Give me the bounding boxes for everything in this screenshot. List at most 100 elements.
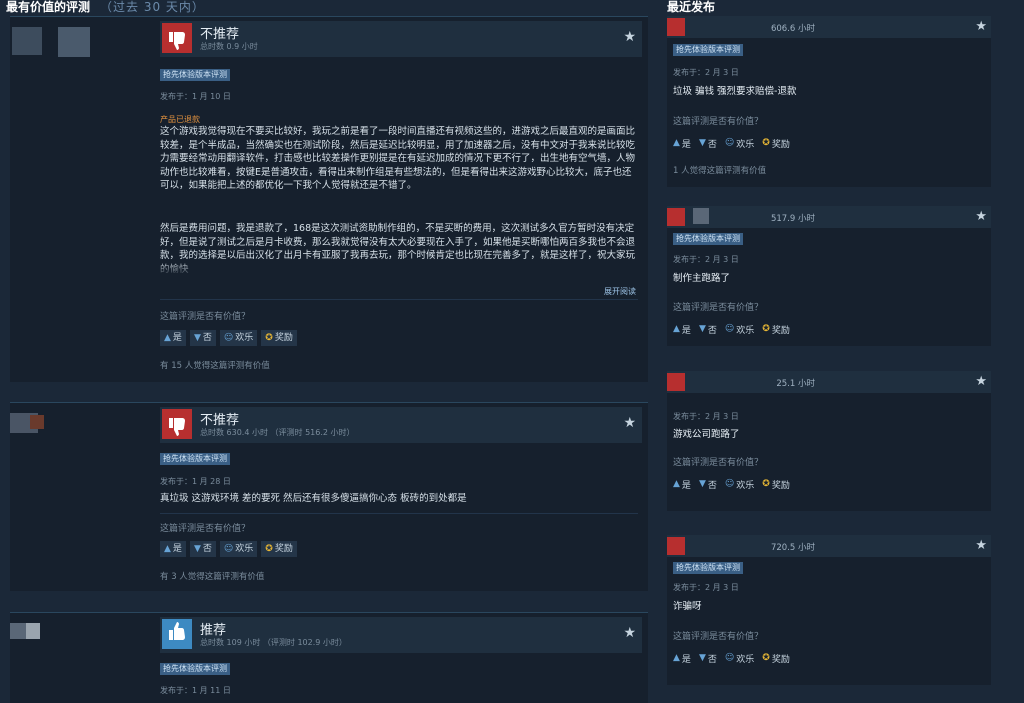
award-button[interactable]: ✪ 奖励 xyxy=(762,136,790,150)
early-access-badge: 抢先体验版本评测 xyxy=(673,44,743,56)
star-icon[interactable]: ★ xyxy=(623,625,636,641)
no-label: 否 xyxy=(202,333,212,343)
funny-label: 欢乐 xyxy=(235,333,254,343)
review-vote-header[interactable]: 不推荐 总时数 0.9 小时 ★ xyxy=(160,21,642,57)
review-card: 推荐 总时数 109 小时 （评测时 102.9 小时） ★ 抢先体验版本评测 … xyxy=(10,612,648,703)
recent-review-card: 25.1 小时 ★ 发布于：2 月 3 日 游戏公司跑路了 这篇评测是否有价值？… xyxy=(667,371,991,511)
vote-yes-button[interactable]: ▲ 是 xyxy=(160,541,186,557)
yes-label: 是 xyxy=(681,654,691,665)
vote-buttons: ▲ 是 ▼ 否 ☺ 欢乐 ✪ 奖励 xyxy=(673,651,790,665)
avatar[interactable] xyxy=(10,403,150,463)
vote-funny-button[interactable]: ☺ 欢乐 xyxy=(725,322,754,336)
thumbs-down-icon: ▼ xyxy=(698,324,706,334)
star-icon[interactable]: ★ xyxy=(975,538,987,553)
award-label: 奖励 xyxy=(274,544,293,554)
early-access-badge: 抢先体验版本评测 xyxy=(673,233,743,245)
award-button[interactable]: ✪ 奖励 xyxy=(261,541,297,557)
review-card: 不推荐 总时数 630.4 小时 （评测时 516.2 小时） ★ 抢先体验版本… xyxy=(10,402,648,591)
thumbs-down-icon xyxy=(667,18,685,36)
award-label: 奖励 xyxy=(274,333,293,343)
no-label: 否 xyxy=(707,325,717,336)
vote-buttons: ▲ 是 ▼ 否 ☺ 欢乐 ✪ 奖励 xyxy=(160,541,297,557)
vote-no-button[interactable]: ▼ 否 xyxy=(699,651,717,665)
recent-review-header[interactable]: 517.9 小时 ★ xyxy=(667,206,991,228)
thumbs-up-icon: ▲ xyxy=(673,653,680,663)
vote-yes-button[interactable]: ▲ 是 xyxy=(673,477,691,491)
vote-no-button[interactable]: ▼ 否 xyxy=(189,541,216,557)
helpful-question: 这篇评测是否有价值？ xyxy=(673,458,764,468)
avatar-image xyxy=(26,623,40,639)
yes-label: 是 xyxy=(681,139,691,150)
posted-date: 发布于：1 月 28 日 xyxy=(160,477,231,486)
vote-funny-button[interactable]: ☺ 欢乐 xyxy=(725,477,754,491)
thumbs-down-icon: ▼ xyxy=(698,653,706,663)
review-vote-header[interactable]: 不推荐 总时数 630.4 小时 （评测时 516.2 小时） ★ xyxy=(160,407,642,443)
vote-yes-button[interactable]: ▲ 是 xyxy=(673,651,691,665)
thumbs-up-icon: ▲ xyxy=(673,479,680,489)
funny-label: 欢乐 xyxy=(736,139,755,150)
expand-link[interactable]: 展开阅读 xyxy=(604,286,636,297)
helpful-count: 有 15 人觉得这篇评测有价值 xyxy=(160,361,270,371)
playtime: 606.6 小时 xyxy=(770,24,815,34)
award-button[interactable]: ✪ 奖励 xyxy=(762,477,790,491)
recent-review-header[interactable]: 606.6 小时 ★ xyxy=(667,16,991,38)
vote-no-button[interactable]: ▼ 否 xyxy=(189,330,216,346)
thumbs-down-icon xyxy=(667,537,685,555)
star-icon[interactable]: ★ xyxy=(623,415,636,431)
review-text: 这个游戏我觉得现在不要买比较好，我玩之前是看了一段时间直播还有视频这些的，进游戏… xyxy=(160,126,636,191)
vote-yes-button[interactable]: ▲ 是 xyxy=(160,330,186,346)
vote-funny-button[interactable]: ☺ 欢乐 xyxy=(219,330,258,346)
thumbs-down-icon xyxy=(162,23,192,53)
recent-review-header[interactable]: 720.5 小时 ★ xyxy=(667,535,991,557)
divider xyxy=(160,513,638,514)
thumbs-down-icon xyxy=(667,208,685,226)
thumbs-up-icon xyxy=(162,619,192,649)
divider xyxy=(160,299,638,300)
vote-yes-button[interactable]: ▲ 是 xyxy=(673,322,691,336)
recent-review-card: 517.9 小时 ★ 抢先体验版本评测 发布于：2 月 3 日 制作主跑路了 这… xyxy=(667,206,991,346)
recent-review-card: 606.6 小时 ★ 抢先体验版本评测 发布于：2 月 3 日 垃圾 骗钱 强烈… xyxy=(667,16,991,187)
avatar[interactable] xyxy=(10,613,150,673)
star-icon[interactable]: ★ xyxy=(975,374,987,389)
award-button[interactable]: ✪ 奖励 xyxy=(762,651,790,665)
review-verdict: 推荐 xyxy=(200,623,227,638)
award-label: 奖励 xyxy=(771,139,790,150)
posted-date: 发布于：2 月 3 日 xyxy=(673,68,739,77)
smile-icon: ☺ xyxy=(724,479,735,489)
thumbs-down-icon: ▼ xyxy=(698,479,706,489)
recent-review-card: 720.5 小时 ★ 抢先体验版本评测 发布于：2 月 3 日 诈骗呀 这篇评测… xyxy=(667,535,991,685)
vote-no-button[interactable]: ▼ 否 xyxy=(699,136,717,150)
vote-no-button[interactable]: ▼ 否 xyxy=(699,477,717,491)
helpful-question: 这篇评测是否有价值？ xyxy=(673,632,764,642)
vote-buttons: ▲ 是 ▼ 否 ☺ 欢乐 ✪ 奖励 xyxy=(673,477,790,491)
yes-label: 是 xyxy=(681,480,691,491)
vote-funny-button[interactable]: ☺ 欢乐 xyxy=(725,651,754,665)
vote-yes-button[interactable]: ▲ 是 xyxy=(673,136,691,150)
review-text: 垃圾 骗钱 强烈要求赔偿-退款 xyxy=(673,86,797,97)
vote-no-button[interactable]: ▼ 否 xyxy=(699,322,717,336)
thumbs-down-icon: ▼ xyxy=(193,333,201,343)
star-icon[interactable]: ★ xyxy=(975,19,987,34)
review-text: 真垃圾 这游戏环境 差的要死 然后还有很多傻逼搞你心态 板砖的到处都是 xyxy=(160,493,467,504)
vote-funny-button[interactable]: ☺ 欢乐 xyxy=(725,136,754,150)
playtime: 25.1 小时 xyxy=(776,379,815,389)
no-label: 否 xyxy=(202,544,212,554)
award-label: 奖励 xyxy=(771,325,790,336)
funny-label: 欢乐 xyxy=(235,544,254,554)
avatar[interactable] xyxy=(10,17,150,77)
vote-funny-button[interactable]: ☺ 欢乐 xyxy=(219,541,258,557)
star-icon[interactable]: ★ xyxy=(623,29,636,45)
award-button[interactable]: ✪ 奖励 xyxy=(261,330,297,346)
star-icon[interactable]: ★ xyxy=(975,209,987,224)
smile-icon: ☺ xyxy=(223,333,234,343)
smile-icon: ☺ xyxy=(724,324,735,334)
recent-review-header[interactable]: 25.1 小时 ★ xyxy=(667,371,991,393)
award-button[interactable]: ✪ 奖励 xyxy=(762,322,790,336)
award-icon: ✪ xyxy=(762,653,770,663)
most-helpful-label: 最有价值的评测 xyxy=(6,0,91,14)
thumbs-up-icon: ▲ xyxy=(164,333,171,343)
review-vote-header[interactable]: 推荐 总时数 109 小时 （评测时 102.9 小时） ★ xyxy=(160,617,642,653)
